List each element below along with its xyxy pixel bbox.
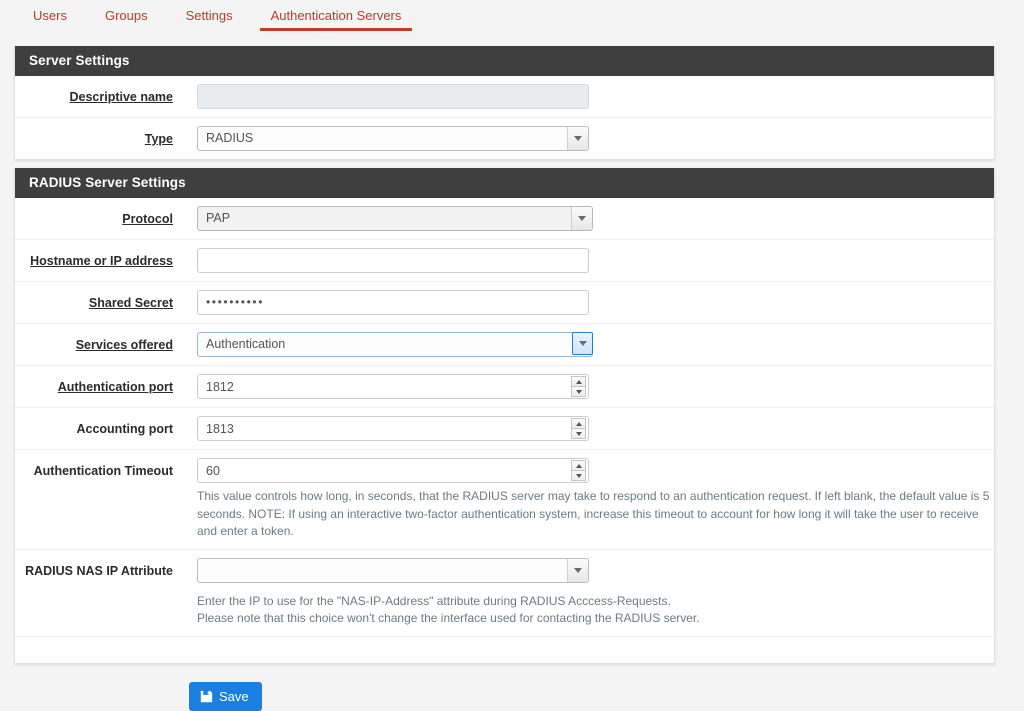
type-select-wrap: RADIUS bbox=[197, 126, 589, 151]
save-button[interactable]: Save bbox=[189, 682, 262, 711]
row-protocol: Protocol PAP bbox=[15, 198, 994, 240]
hostname-input[interactable] bbox=[197, 248, 589, 273]
chevron-down-icon[interactable] bbox=[572, 332, 593, 355]
services-offered-select[interactable]: Authentication bbox=[197, 332, 593, 357]
services-offered-select-wrap: Authentication bbox=[197, 332, 593, 357]
tab-authentication-servers[interactable]: Authentication Servers bbox=[252, 0, 421, 38]
protocol-select-wrap: PAP bbox=[197, 206, 593, 231]
row-services-offered: Services offered Authentication bbox=[15, 324, 994, 366]
row-hostname: Hostname or IP address bbox=[15, 240, 994, 282]
authentication-timeout-stepper[interactable] bbox=[571, 460, 586, 481]
chevron-down-icon[interactable] bbox=[567, 559, 588, 582]
tab-users[interactable]: Users bbox=[14, 0, 86, 38]
accounting-port-wrap bbox=[197, 416, 589, 441]
type-label: Type bbox=[15, 126, 173, 147]
tab-settings[interactable]: Settings bbox=[167, 0, 252, 38]
nas-ip-attribute-select[interactable] bbox=[197, 558, 589, 583]
row-accounting-port: Accounting port bbox=[15, 408, 994, 450]
descriptive-name-label: Descriptive name bbox=[15, 84, 173, 105]
shared-secret-input[interactable]: •••••••••• bbox=[197, 290, 589, 315]
authentication-timeout-wrap bbox=[197, 458, 589, 483]
stepper-down-icon[interactable] bbox=[571, 428, 586, 439]
accounting-port-label: Accounting port bbox=[15, 416, 173, 437]
row-descriptive-name: Descriptive name bbox=[15, 76, 994, 118]
nas-ip-attribute-help-line-1: Enter the IP to use for the "NAS-IP-Addr… bbox=[197, 593, 992, 611]
stepper-down-icon[interactable] bbox=[571, 386, 586, 397]
save-button-label: Save bbox=[219, 689, 249, 704]
stepper-up-icon[interactable] bbox=[571, 418, 586, 428]
accounting-port-input[interactable] bbox=[197, 416, 589, 441]
save-bar: Save bbox=[0, 664, 1024, 711]
protocol-label: Protocol bbox=[15, 206, 173, 227]
accounting-port-stepper[interactable] bbox=[571, 418, 586, 439]
tab-bar: Users Groups Settings Authentication Ser… bbox=[0, 0, 1024, 38]
authentication-port-stepper[interactable] bbox=[571, 376, 586, 397]
row-authentication-port: Authentication port bbox=[15, 366, 994, 408]
nas-ip-attribute-help-line-2: Please note that this choice won't chang… bbox=[197, 610, 992, 628]
server-settings-body: Descriptive name Type RADIUS bbox=[15, 76, 994, 159]
radius-server-settings-panel: RADIUS Server Settings Protocol PAP Host… bbox=[14, 168, 995, 664]
chevron-down-icon[interactable] bbox=[571, 207, 592, 230]
stepper-up-icon[interactable] bbox=[571, 460, 586, 470]
authentication-port-label: Authentication port bbox=[15, 374, 173, 395]
hostname-label: Hostname or IP address bbox=[15, 248, 173, 269]
stepper-down-icon[interactable] bbox=[571, 470, 586, 481]
shared-secret-masked-value: •••••••••• bbox=[206, 295, 264, 309]
stepper-up-icon[interactable] bbox=[571, 376, 586, 386]
row-authentication-timeout: Authentication Timeout This value contro… bbox=[15, 450, 994, 550]
tab-groups[interactable]: Groups bbox=[86, 0, 167, 38]
authentication-timeout-label: Authentication Timeout bbox=[15, 458, 173, 479]
nas-ip-attribute-label: RADIUS NAS IP Attribute bbox=[15, 558, 173, 579]
nas-ip-attribute-select-wrap bbox=[197, 558, 589, 583]
authentication-timeout-input[interactable] bbox=[197, 458, 589, 483]
panel-footer-row bbox=[15, 637, 994, 663]
row-nas-ip-attribute: RADIUS NAS IP Attribute Enter the IP to … bbox=[15, 550, 994, 637]
radius-settings-body: Protocol PAP Hostname or IP address Shar… bbox=[15, 198, 994, 663]
authentication-port-wrap bbox=[197, 374, 589, 399]
type-select[interactable]: RADIUS bbox=[197, 126, 589, 151]
save-floppy-icon bbox=[200, 690, 213, 703]
descriptive-name-input[interactable] bbox=[197, 84, 589, 109]
row-type: Type RADIUS bbox=[15, 118, 994, 159]
shared-secret-label: Shared Secret bbox=[15, 290, 173, 311]
server-settings-heading: Server Settings bbox=[15, 46, 994, 76]
server-settings-panel: Server Settings Descriptive name Type RA… bbox=[14, 46, 995, 160]
services-offered-label: Services offered bbox=[15, 332, 173, 353]
radius-settings-heading: RADIUS Server Settings bbox=[15, 168, 994, 198]
authentication-timeout-help: This value controls how long, in seconds… bbox=[197, 488, 992, 541]
authentication-port-input[interactable] bbox=[197, 374, 589, 399]
chevron-down-icon[interactable] bbox=[567, 127, 588, 150]
protocol-select[interactable]: PAP bbox=[197, 206, 593, 231]
row-shared-secret: Shared Secret •••••••••• bbox=[15, 282, 994, 324]
